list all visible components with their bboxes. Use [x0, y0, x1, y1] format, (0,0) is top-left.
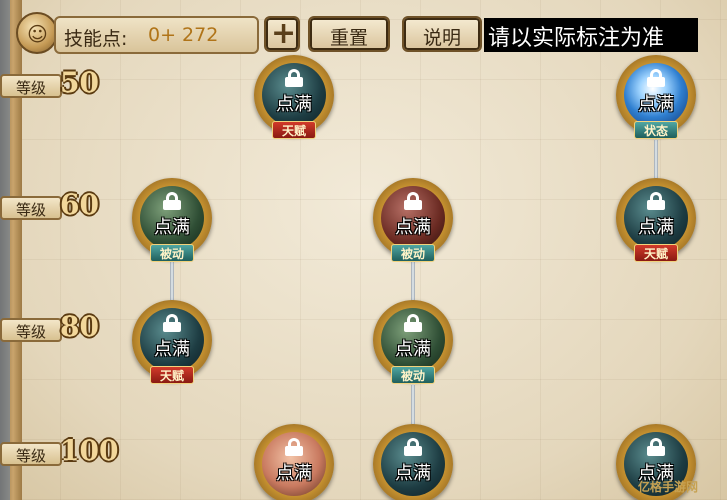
lock-icon — [163, 192, 181, 210]
skill-node[interactable]: 点满 被动 — [130, 178, 214, 262]
skill-node-label: 点满 — [395, 463, 431, 484]
notice-banner: 请以实际标注为准 — [484, 18, 698, 52]
top-bar: ☺ 技能点: 0+ 272 + 重置 说明 请以实际标注为准 — [0, 0, 727, 62]
plus-icon: + — [271, 16, 297, 51]
lock-icon — [285, 438, 303, 456]
skill-points-value: 0+ 272 — [148, 24, 219, 46]
skill-node-label: 点满 — [276, 94, 312, 115]
skill-node[interactable]: 点满 — [371, 424, 455, 500]
help-button[interactable]: 说明 — [402, 16, 482, 52]
add-skill-points-button[interactable]: + — [264, 16, 300, 52]
level-value: 60 — [60, 188, 99, 221]
lock-icon — [404, 192, 422, 210]
level-marker: 等级 50 — [0, 66, 120, 102]
skill-node[interactable]: 点满 状态 — [614, 55, 698, 139]
lock-icon — [163, 314, 181, 332]
level-tag: 等级 — [15, 447, 46, 465]
skill-tree-screen: ☺ 技能点: 0+ 272 + 重置 说明 请以实际标注为准 等级 50 等级 … — [0, 0, 727, 500]
skill-node[interactable]: 点满 — [252, 424, 336, 500]
level-marker: 等级 80 — [0, 310, 120, 346]
skill-node-label: 点满 — [638, 217, 674, 238]
reset-button-label: 重置 — [329, 27, 368, 49]
help-button-label: 说明 — [422, 27, 461, 49]
skill-node-label: 点满 — [638, 94, 674, 115]
level-value: 50 — [60, 66, 99, 99]
skill-points-display: 技能点: 0+ 272 — [54, 16, 259, 54]
skill-type-badge: 被动 — [391, 244, 435, 262]
level-marker: 等级 100 — [0, 434, 120, 470]
skill-node-label: 点满 — [395, 217, 431, 238]
lock-icon — [404, 314, 422, 332]
connector-line — [411, 385, 415, 425]
reset-button[interactable]: 重置 — [308, 16, 390, 52]
level-value: 100 — [60, 434, 119, 467]
connector-line — [654, 140, 658, 180]
lock-icon — [647, 192, 665, 210]
connector-line — [411, 262, 415, 302]
lock-icon — [404, 438, 422, 456]
skill-node-label: 点满 — [154, 339, 190, 360]
notice-text: 请以实际标注为准 — [488, 26, 665, 51]
skill-points-label: 技能点: — [64, 28, 128, 50]
skill-type-badge: 天赋 — [272, 121, 316, 139]
skill-node[interactable]: 点满 天赋 — [252, 55, 336, 139]
character-avatar-icon[interactable]: ☺ — [16, 12, 58, 54]
skill-node[interactable]: 点满 天赋 — [130, 300, 214, 384]
skill-type-badge: 天赋 — [150, 366, 194, 384]
skill-type-badge: 被动 — [391, 366, 435, 384]
skill-node-label: 点满 — [395, 339, 431, 360]
connector-line — [170, 262, 174, 302]
watermark: 亿格手游网 — [638, 480, 699, 494]
skill-type-badge: 状态 — [634, 121, 678, 139]
skill-node-label: 点满 — [154, 217, 190, 238]
lock-icon — [285, 69, 303, 87]
lock-icon — [647, 438, 665, 456]
skill-node[interactable]: 点满 被动 — [371, 300, 455, 384]
level-tag: 等级 — [15, 323, 46, 341]
skill-node[interactable]: 点满 被动 — [371, 178, 455, 262]
lock-icon — [647, 69, 665, 87]
skill-type-badge: 天赋 — [634, 244, 678, 262]
skill-type-badge: 被动 — [150, 244, 194, 262]
level-marker: 等级 60 — [0, 188, 120, 224]
level-tag: 等级 — [15, 79, 46, 97]
skill-node-label: 点满 — [276, 463, 312, 484]
level-tag: 等级 — [15, 201, 46, 219]
skill-node[interactable]: 点满 天赋 — [614, 178, 698, 262]
level-value: 80 — [60, 310, 99, 343]
